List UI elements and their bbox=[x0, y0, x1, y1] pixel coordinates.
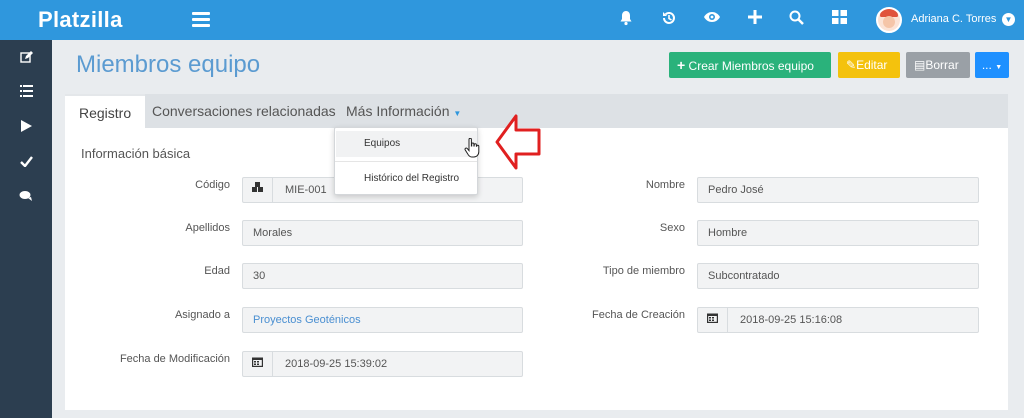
chevron-down-icon: ▼ bbox=[995, 64, 1003, 71]
asignado-field: Proyectos Geoténicos bbox=[242, 307, 523, 333]
annotation-arrow-icon bbox=[495, 114, 541, 170]
label-sexo: Sexo bbox=[659, 222, 685, 234]
top-navbar: Platzilla Adriana C. Torres ▼ bbox=[0, 0, 1024, 40]
play-icon[interactable] bbox=[0, 118, 52, 138]
chevron-down-icon[interactable]: ▼ bbox=[1002, 13, 1015, 26]
label-fecha-creacion: Fecha de Creación bbox=[592, 309, 685, 321]
eye-icon[interactable] bbox=[702, 10, 722, 30]
grid-icon[interactable] bbox=[829, 10, 849, 30]
label-codigo: Código bbox=[195, 179, 230, 191]
tab-mas-informacion[interactable]: Más Información ▼ bbox=[332, 94, 475, 128]
plus-icon[interactable] bbox=[745, 10, 765, 30]
bell-icon[interactable] bbox=[616, 10, 636, 30]
fecha-modificacion-value: 2018-09-25 15:39:02 bbox=[285, 358, 388, 370]
list-icon[interactable] bbox=[0, 83, 52, 103]
create-button-label: Crear Miembros equipo bbox=[688, 59, 814, 73]
calendar-icon bbox=[698, 308, 728, 332]
chat-icon[interactable] bbox=[0, 188, 52, 208]
section-title: Información básica bbox=[81, 146, 191, 161]
label-tipo-miembro: Tipo de miembro bbox=[602, 265, 685, 277]
calendar-icon bbox=[243, 352, 273, 376]
pencil-icon: ✎ bbox=[846, 58, 857, 72]
codigo-value: MIE-001 bbox=[285, 184, 327, 196]
dropdown-item-equipos[interactable]: Equipos bbox=[336, 131, 477, 157]
page-title: Miembros equipo bbox=[76, 51, 261, 78]
edit-button-label: Editar bbox=[856, 58, 888, 72]
more-actions-button[interactable]: ... ▼ bbox=[975, 52, 1009, 78]
user-name[interactable]: Adriana C. Torres bbox=[911, 13, 996, 25]
fecha-creacion-field: 2018-09-25 15:16:08 bbox=[697, 307, 979, 333]
label-asignado: Asignado a bbox=[174, 309, 230, 321]
sidebar bbox=[0, 40, 52, 418]
edit-icon[interactable] bbox=[0, 50, 52, 70]
fecha-modificacion-field: 2018-09-25 15:39:02 bbox=[242, 351, 523, 377]
tab-registro[interactable]: Registro bbox=[65, 94, 146, 128]
label-apellidos: Apellidos bbox=[185, 222, 230, 234]
cubes-icon bbox=[243, 178, 273, 202]
history-icon[interactable] bbox=[659, 10, 679, 30]
plus-icon: + bbox=[677, 57, 686, 73]
menu-icon[interactable] bbox=[192, 12, 210, 27]
fecha-creacion-value: 2018-09-25 15:16:08 bbox=[740, 314, 843, 326]
app-logo[interactable]: Platzilla bbox=[38, 7, 123, 33]
label-fecha-modificacion: Fecha de Modificación bbox=[119, 353, 230, 365]
nombre-field: Pedro José bbox=[697, 177, 979, 203]
check-icon[interactable] bbox=[0, 153, 52, 173]
label-nombre: Nombre bbox=[645, 179, 685, 191]
sexo-field: Hombre bbox=[697, 220, 979, 246]
edit-button[interactable]: ✎Editar bbox=[838, 52, 900, 78]
delete-button[interactable]: ▤Borrar bbox=[906, 52, 970, 78]
search-icon[interactable] bbox=[786, 10, 806, 30]
delete-button-label: Borrar bbox=[925, 58, 959, 72]
dropdown-divider bbox=[335, 161, 477, 162]
tab-conversaciones[interactable]: Conversaciones relacionadas bbox=[138, 94, 350, 128]
trash-icon: ▤ bbox=[914, 58, 926, 72]
create-button[interactable]: + Crear Miembros equipo bbox=[669, 52, 831, 78]
asignado-link[interactable]: Proyectos Geoténicos bbox=[253, 314, 361, 326]
caret-down-icon: ▼ bbox=[453, 109, 462, 118]
tab-mas-informacion-label: Más Información bbox=[346, 103, 450, 119]
more-button-label: ... bbox=[981, 58, 992, 72]
apellidos-field: Morales bbox=[242, 220, 523, 246]
label-edad: Edad bbox=[204, 265, 230, 277]
edad-field: 30 bbox=[242, 263, 523, 289]
tipo-miembro-field: Subcontratado bbox=[697, 263, 979, 289]
hand-cursor-icon bbox=[464, 138, 480, 158]
dropdown-item-historico[interactable]: Histórico del Registro bbox=[336, 166, 477, 192]
avatar[interactable] bbox=[876, 7, 902, 33]
mas-informacion-dropdown: Equipos Histórico del Registro bbox=[334, 127, 478, 195]
